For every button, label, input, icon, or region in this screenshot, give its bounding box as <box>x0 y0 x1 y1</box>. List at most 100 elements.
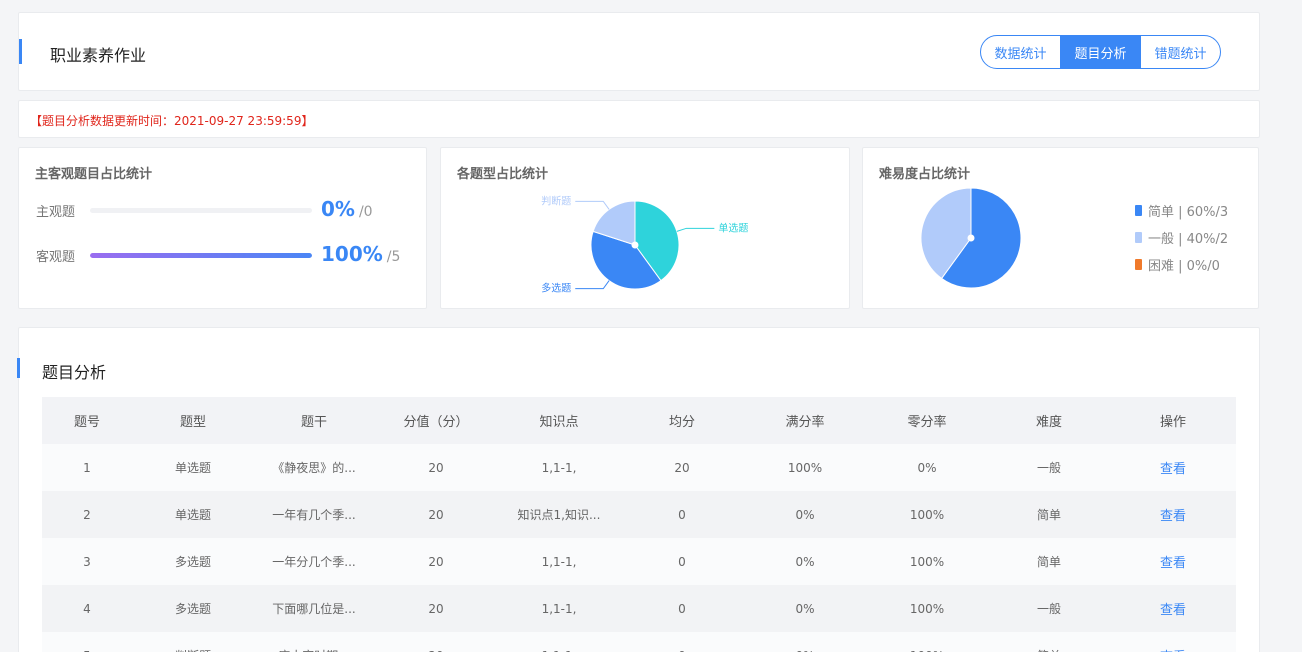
cell-type: 多选题 <box>132 538 254 585</box>
progress-label: 主观题 <box>36 205 76 220</box>
type-pie-label: 多选题 <box>541 282 571 295</box>
question-type-card: 各题型占比统计 单选题 多选题 判断题 <box>440 147 850 309</box>
cell-number: 2 <box>42 491 132 538</box>
progress-fill <box>90 253 312 258</box>
percent-value: 100% <box>321 242 383 266</box>
cell-number: 1 <box>42 444 132 491</box>
cell-action: 查看 <box>1110 444 1236 491</box>
view-tabs: 数据统计 题目分析 错题统计 <box>980 35 1221 69</box>
legend-label: 困难 | 0%/0 <box>1148 259 1220 274</box>
cell-difficulty: 简单 <box>988 538 1110 585</box>
cell-type: 单选题 <box>132 491 254 538</box>
question-analysis-table: 题号 题型 题干 分值（分） 知识点 均分 满分率 零分率 难度 操作 1 单选题… <box>42 397 1236 652</box>
cell-action: 查看 <box>1110 632 1236 652</box>
cell-score: 20 <box>374 491 498 538</box>
subjective-progress-row: 主观题 0%/0 <box>36 197 416 222</box>
column-header: 题号 <box>42 397 132 444</box>
type-pie-leader-line <box>676 227 715 232</box>
cell-full-rate: 100% <box>744 444 866 491</box>
cell-action: 查看 <box>1110 491 1236 538</box>
cell-difficulty: 简单 <box>988 491 1110 538</box>
legend-label: 简单 | 60%/3 <box>1148 205 1229 220</box>
column-header: 满分率 <box>744 397 866 444</box>
cell-action: 查看 <box>1110 538 1236 585</box>
cell-average: 20 <box>620 444 744 491</box>
column-header: 题干 <box>254 397 374 444</box>
cell-knowledge: 1,1-1, <box>498 585 620 632</box>
cell-full-rate: 0% <box>744 538 866 585</box>
cell-type: 多选题 <box>132 585 254 632</box>
percent-value: 0% <box>321 197 355 221</box>
progress-track <box>90 253 312 258</box>
card-title: 主客观题目占比统计 <box>35 167 153 182</box>
cell-zero-rate: 0% <box>866 444 988 491</box>
cell-difficulty: 简单 <box>988 632 1110 652</box>
legend-item-hard: 困难 | 0%/0 <box>1135 251 1228 278</box>
cell-score: 20 <box>374 538 498 585</box>
difficulty-pie-chart <box>920 187 1022 289</box>
view-link[interactable]: 查看 <box>1160 509 1186 524</box>
cell-knowledge: 1,1-1, <box>498 632 620 652</box>
cell-average: 0 <box>620 632 744 652</box>
title-accent-bar <box>19 39 22 64</box>
update-time-text: 【题目分析数据更新时间：2021-09-27 23:59:59】 <box>30 114 314 128</box>
cell-number: 5 <box>42 632 132 652</box>
section-title: 题目分析 <box>42 363 107 382</box>
column-header: 分值（分） <box>374 397 498 444</box>
cell-zero-rate: 100% <box>866 491 988 538</box>
table-row: 3 多选题 一年分几个季... 20 1,1-1, 0 0% 100% 简单 查看 <box>42 538 1236 585</box>
cell-full-rate: 0% <box>744 585 866 632</box>
cell-number: 3 <box>42 538 132 585</box>
view-link[interactable]: 查看 <box>1160 556 1186 571</box>
progress-percent: 0%/0 <box>321 197 373 221</box>
column-header: 均分 <box>620 397 744 444</box>
cell-zero-rate: 100% <box>866 632 988 652</box>
objective-progress-row: 客观题 100%/5 <box>36 242 416 267</box>
cell-difficulty: 一般 <box>988 585 1110 632</box>
cell-stem: 一年有几个季... <box>254 491 374 538</box>
column-header: 零分率 <box>866 397 988 444</box>
progress-total: /5 <box>386 249 401 265</box>
difficulty-card: 难易度占比统计 简单 | 60%/3 一般 | 40%/2 困难 | 0%/0 <box>862 147 1259 309</box>
column-header: 操作 <box>1110 397 1236 444</box>
view-link[interactable]: 查看 <box>1160 603 1186 618</box>
cell-average: 0 <box>620 538 744 585</box>
legend-swatch <box>1135 205 1142 216</box>
legend-swatch <box>1135 259 1142 270</box>
cell-type: 单选题 <box>132 444 254 491</box>
cell-knowledge: 1,1-1, <box>498 444 620 491</box>
cell-knowledge: 1,1-1, <box>498 538 620 585</box>
type-pie-label: 判断题 <box>541 194 571 207</box>
cell-score: 20 <box>374 632 498 652</box>
type-pie-center-dot <box>631 241 639 249</box>
cell-stem: 唐太宗时期... <box>254 632 374 652</box>
table-row: 5判断题唐太宗时期...201,1-1,00%100%简单查看 <box>42 632 1236 652</box>
view-link[interactable]: 查看 <box>1160 462 1186 477</box>
column-header: 知识点 <box>498 397 620 444</box>
cell-zero-rate: 100% <box>866 538 988 585</box>
cell-average: 0 <box>620 585 744 632</box>
tab-data-statistics[interactable]: 数据统计 <box>981 36 1060 68</box>
progress-track <box>90 208 312 213</box>
type-pie-leader-line <box>575 200 610 210</box>
legend-item-easy: 简单 | 60%/3 <box>1135 197 1228 224</box>
difficulty-legend: 简单 | 60%/3 一般 | 40%/2 困难 | 0%/0 <box>1135 197 1228 278</box>
question-type-pie-chart: 单选题多选题 判断题 <box>541 194 748 295</box>
update-notice: 【题目分析数据更新时间：2021-09-27 23:59:59】 <box>18 100 1260 138</box>
section-accent-bar <box>17 358 20 378</box>
tab-question-analysis[interactable]: 题目分析 <box>1060 36 1140 68</box>
table-row: 1 单选题 《静夜思》的... 20 1,1-1, 20 100% 0% 一般 查看 <box>42 444 1236 491</box>
tab-wrong-question-statistics[interactable]: 错题统计 <box>1140 36 1220 68</box>
progress-label: 客观题 <box>36 250 76 265</box>
cell-full-rate: 0% <box>744 491 866 538</box>
cell-full-rate: 0% <box>744 632 866 652</box>
cell-stem: 下面哪几位是... <box>254 585 374 632</box>
table-header-row: 题号 题型 题干 分值（分） 知识点 均分 满分率 零分率 难度 操作 <box>42 397 1236 444</box>
question-analysis-card: 题目分析 题号 题型 题干 分值（分） 知识点 均分 满分率 零分率 难度 操作… <box>17 327 1260 652</box>
table-row: 2 单选题 一年有几个季... 20 知识点1,知识... 0 0% 100% 简单 查看 <box>42 491 1236 538</box>
progress-percent: 100%/5 <box>321 242 400 266</box>
cell-difficulty: 一般 <box>988 444 1110 491</box>
page-title: 职业素养作业 <box>50 46 147 65</box>
cell-score: 20 <box>374 444 498 491</box>
progress-total: /0 <box>358 204 373 220</box>
